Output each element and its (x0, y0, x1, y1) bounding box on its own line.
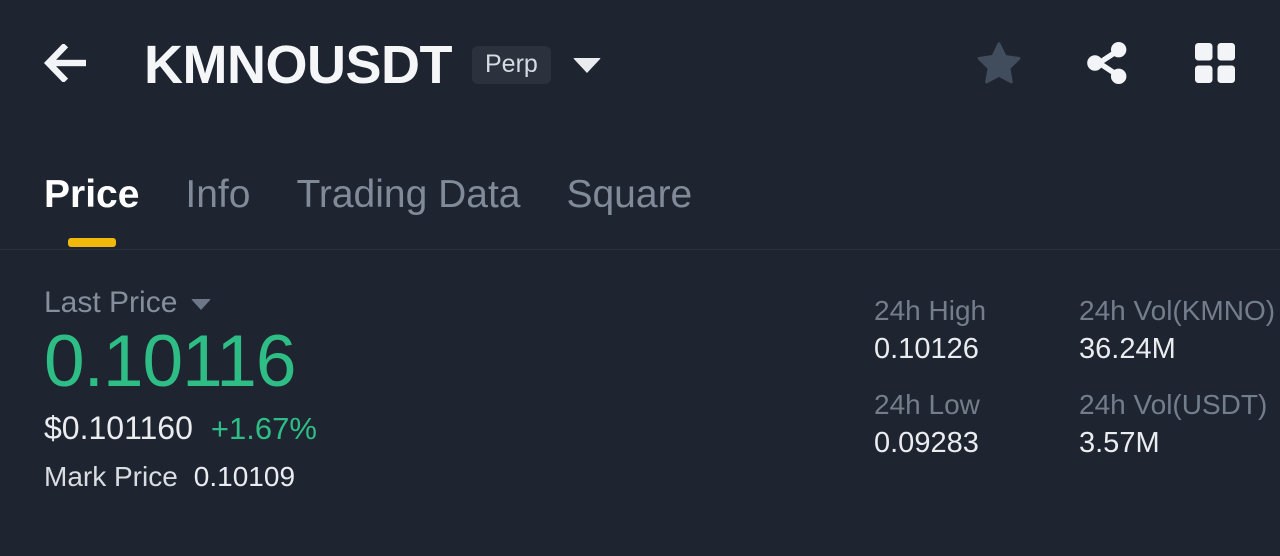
contract-type-badge: Perp (471, 45, 551, 85)
caret-down-icon[interactable] (191, 298, 212, 310)
stat-value: 0.09283 (874, 426, 979, 459)
mark-price-label: Mark Price (44, 460, 178, 492)
grid-view-button[interactable] (1186, 36, 1244, 94)
price-change-percent: +1.67% (210, 410, 317, 446)
tab-label: Trading Data (296, 173, 521, 216)
share-button[interactable] (1078, 36, 1136, 94)
fiat-change-row: $0.101160 +1.67% (44, 410, 874, 447)
active-tab-indicator (67, 237, 116, 247)
tab-trading-data[interactable]: Trading Data (296, 172, 520, 247)
stat-label: 24h High (874, 295, 987, 326)
mark-price-value: 0.10109 (193, 460, 296, 492)
tab-label: Square (566, 173, 693, 216)
mark-price-row: Mark Price 0.10109 (44, 461, 874, 493)
back-button[interactable] (38, 36, 96, 94)
last-price-value: 0.10116 (44, 321, 296, 402)
symbol-title-group[interactable]: KMNOUSDT Perp (144, 38, 970, 92)
app-header: KMNOUSDT Perp (0, 0, 1280, 130)
stat-value: 3.57M (1079, 426, 1160, 459)
tab-label: Info (185, 173, 251, 216)
stat-24h-low: 24h Low 0.09283 (874, 388, 1029, 460)
last-price-selector[interactable]: Last Price (44, 286, 874, 319)
stat-24h-vol-base: 24h Vol(KMNO) 36.24M (1079, 294, 1275, 366)
tab-bar: Price Info Trading Data Square (0, 130, 1280, 250)
fiat-price-value: $0.101160 (44, 409, 193, 446)
price-summary: Last Price 0.10116 $0.101160 +1.67% Mark… (44, 286, 874, 493)
last-price-label: Last Price (44, 286, 178, 319)
page-title: KMNOUSDT (144, 35, 452, 95)
stat-label: 24h Vol(KMNO) (1079, 295, 1276, 326)
price-panel: Last Price 0.10116 $0.101160 +1.67% Mark… (0, 250, 1280, 493)
header-actions (970, 36, 1244, 94)
tab-list: Price Info Trading Data Square (44, 130, 692, 247)
stat-value: 36.24M (1079, 332, 1176, 365)
stat-label: 24h Vol(USDT) (1079, 389, 1268, 421)
stat-value: 0.10126 (874, 332, 979, 365)
ticker-detail-screen: KMNOUSDT Perp Price Info Trading Data Sq… (0, 0, 1280, 556)
favorite-button[interactable] (970, 36, 1028, 94)
grid-icon (1190, 38, 1240, 93)
tab-label: Price (44, 173, 140, 216)
stat-label: 24h Low (874, 389, 980, 421)
chevron-down-icon[interactable] (572, 57, 601, 73)
market-stats: 24h High 0.10126 24h Vol(KMNO) 36.24M 24… (874, 286, 1275, 493)
arrow-left-icon (42, 42, 92, 87)
tab-square[interactable]: Square (566, 172, 692, 247)
tab-price[interactable]: Price (44, 172, 139, 247)
star-icon (974, 39, 1024, 92)
stat-24h-high: 24h High 0.10126 (874, 294, 1029, 366)
share-icon (1081, 38, 1133, 93)
stat-24h-vol-quote: 24h Vol(USDT) 3.57M (1079, 388, 1275, 460)
tab-info[interactable]: Info (185, 172, 250, 247)
